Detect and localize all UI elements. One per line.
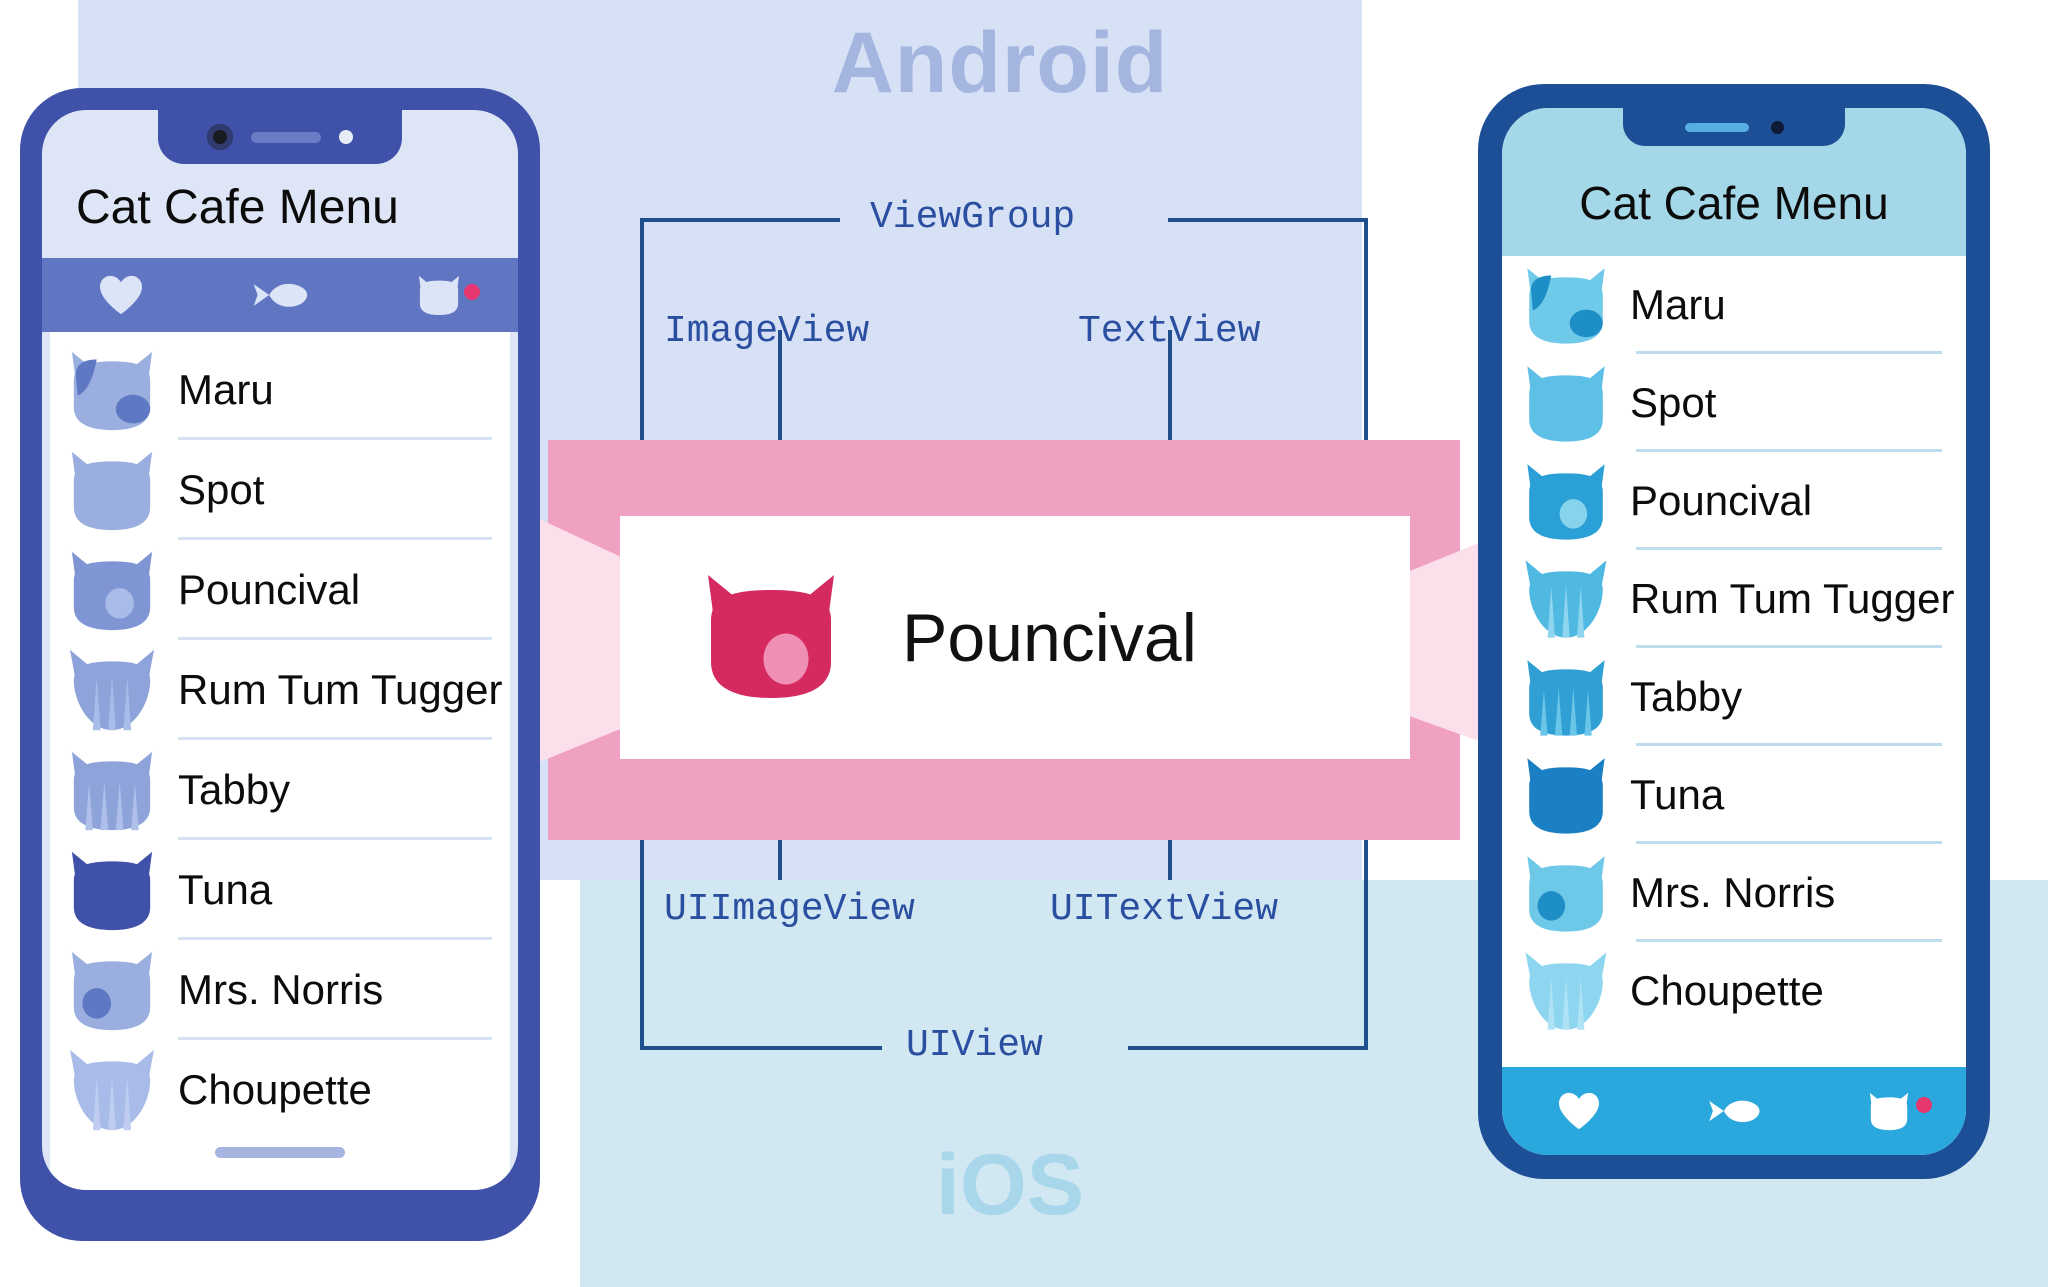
- cat-avatar-icon: [71, 451, 153, 531]
- table-row[interactable]: Choupette: [1502, 942, 1966, 1040]
- ios-tab-favorites[interactable]: [1502, 1091, 1657, 1131]
- cats-tab-badge: [464, 284, 481, 300]
- table-row[interactable]: Rum Tum Tugger: [50, 640, 510, 740]
- cat-avatar-icon: [1525, 560, 1607, 638]
- cat-avatar-icon: [1527, 268, 1605, 344]
- viewgroup-bracket-top-left: [640, 218, 840, 222]
- cat-name: Maru: [178, 366, 274, 413]
- heart-icon: [1559, 1092, 1600, 1130]
- cat-name: Choupette: [1630, 967, 1824, 1014]
- cat-avatar-icon: [1527, 366, 1605, 442]
- uiview-bracket-bottom-right: [1128, 1046, 1368, 1050]
- heart-icon: [100, 275, 143, 315]
- label-imageview: ImageView: [664, 310, 870, 353]
- cat-icon: [1869, 1092, 1908, 1131]
- table-row[interactable]: Spot: [50, 440, 510, 540]
- table-row[interactable]: Mrs. Norris: [1502, 844, 1966, 942]
- table-row[interactable]: Tuna: [1502, 746, 1966, 844]
- table-row[interactable]: Rum Tum Tugger: [1502, 550, 1966, 648]
- front-camera-icon: [1770, 120, 1784, 134]
- cat-name: Mrs. Norris: [1630, 869, 1836, 916]
- cat-icon: [418, 275, 459, 316]
- ios-tab-bar: [1502, 1067, 1966, 1155]
- ios-header-bar: Cat Cafe Menu: [1502, 108, 1966, 256]
- table-row[interactable]: Choupette: [50, 1040, 510, 1140]
- cat-name: Mrs. Norris: [178, 966, 384, 1013]
- fish-icon: [1709, 1100, 1760, 1123]
- android-tab-favorites[interactable]: [42, 274, 201, 316]
- ios-tab-cats[interactable]: [1811, 1091, 1966, 1131]
- front-camera-icon: [207, 124, 233, 150]
- ios-platform-title: iOS: [935, 1137, 1085, 1233]
- cat-avatar-icon: [1527, 758, 1605, 834]
- cat-avatar-icon: [1527, 464, 1605, 540]
- uiview-bracket-bottom-left: [640, 1046, 882, 1050]
- cat-name: Spot: [178, 466, 265, 513]
- sensor-icon: [339, 130, 353, 144]
- android-tab-food[interactable]: [201, 278, 360, 312]
- label-uiimageview: UIImageView: [664, 888, 915, 931]
- table-row[interactable]: Pouncival: [1502, 452, 1966, 550]
- table-row[interactable]: Tabby: [1502, 648, 1966, 746]
- cat-avatar-icon: [1525, 952, 1607, 1030]
- android-notch: [158, 110, 402, 164]
- cat-avatar-icon: [1527, 660, 1605, 736]
- cat-name: Maru: [1630, 281, 1726, 328]
- cat-name: Spot: [1630, 379, 1717, 426]
- cat-avatar-icon: [70, 1049, 154, 1131]
- cat-name: Pouncival: [178, 566, 361, 613]
- cat-avatar-icon: [71, 351, 153, 431]
- android-tab-cats[interactable]: [359, 274, 518, 316]
- label-viewgroup: ViewGroup: [870, 196, 1076, 239]
- cat-name: Tabby: [178, 766, 291, 813]
- table-row[interactable]: Maru: [1502, 256, 1966, 354]
- earpiece-speaker-icon: [1684, 122, 1749, 132]
- label-uitextview: UITextView: [1050, 888, 1279, 931]
- cat-name: Rum Tum Tugger: [1630, 575, 1955, 622]
- cat-name: Rum Tum Tugger: [178, 666, 503, 713]
- cat-avatar-pink-icon: [696, 569, 846, 706]
- callout-card: Pouncival: [620, 516, 1410, 759]
- callout-text: Pouncival: [902, 599, 1197, 676]
- label-uiview: UIView: [906, 1024, 1043, 1067]
- android-app-title: Cat Cafe Menu: [76, 181, 399, 234]
- ios-app-title: Cat Cafe Menu: [1579, 177, 1889, 229]
- android-platform-title: Android: [831, 15, 1169, 111]
- ios-cat-list[interactable]: Maru Spot Pouncival Rum Tum Tugger Tabby…: [1502, 256, 1966, 1067]
- android-home-indicator[interactable]: [215, 1147, 345, 1158]
- ios-tab-food[interactable]: [1657, 1095, 1812, 1127]
- cat-avatar-icon: [70, 649, 154, 731]
- fish-icon: [253, 283, 308, 307]
- android-tab-bar: [42, 258, 518, 332]
- cat-avatar-icon: [71, 551, 153, 631]
- ios-screen: Cat Cafe Menu Maru Spot Pouncival Rum Tu…: [1502, 108, 1966, 1155]
- viewgroup-bracket-top-right: [1168, 218, 1368, 222]
- ios-phone: Cat Cafe Menu Maru Spot Pouncival Rum Tu…: [1478, 84, 1990, 1179]
- table-row[interactable]: Tabby: [50, 740, 510, 840]
- cat-avatar-icon: [71, 951, 153, 1031]
- cat-name: Tabby: [1630, 673, 1743, 720]
- cat-avatar-icon: [1527, 856, 1605, 932]
- cats-tab-badge: [1916, 1097, 1933, 1113]
- android-screen: Cat Cafe Menu Maru Spot Pouncival Rum Tu…: [42, 110, 518, 1190]
- ios-notch: [1623, 108, 1845, 146]
- label-textview: TextView: [1078, 310, 1261, 353]
- cat-name: Tuna: [178, 866, 273, 913]
- cat-name: Choupette: [178, 1066, 372, 1113]
- table-row[interactable]: Tuna: [50, 840, 510, 940]
- cat-name: Tuna: [1630, 771, 1725, 818]
- cat-avatar-icon: [71, 751, 153, 831]
- cat-avatar-icon: [71, 851, 153, 931]
- table-row[interactable]: Mrs. Norris: [50, 940, 510, 1040]
- table-row[interactable]: Pouncival: [50, 540, 510, 640]
- android-cat-list[interactable]: Maru Spot Pouncival Rum Tum Tugger Tabby…: [50, 332, 510, 1190]
- table-row[interactable]: Maru: [50, 340, 510, 440]
- cat-name: Pouncival: [1630, 477, 1813, 524]
- earpiece-speaker-icon: [251, 131, 321, 143]
- android-phone: Cat Cafe Menu Maru Spot Pouncival Rum Tu…: [20, 88, 540, 1241]
- table-row[interactable]: Spot: [1502, 354, 1966, 452]
